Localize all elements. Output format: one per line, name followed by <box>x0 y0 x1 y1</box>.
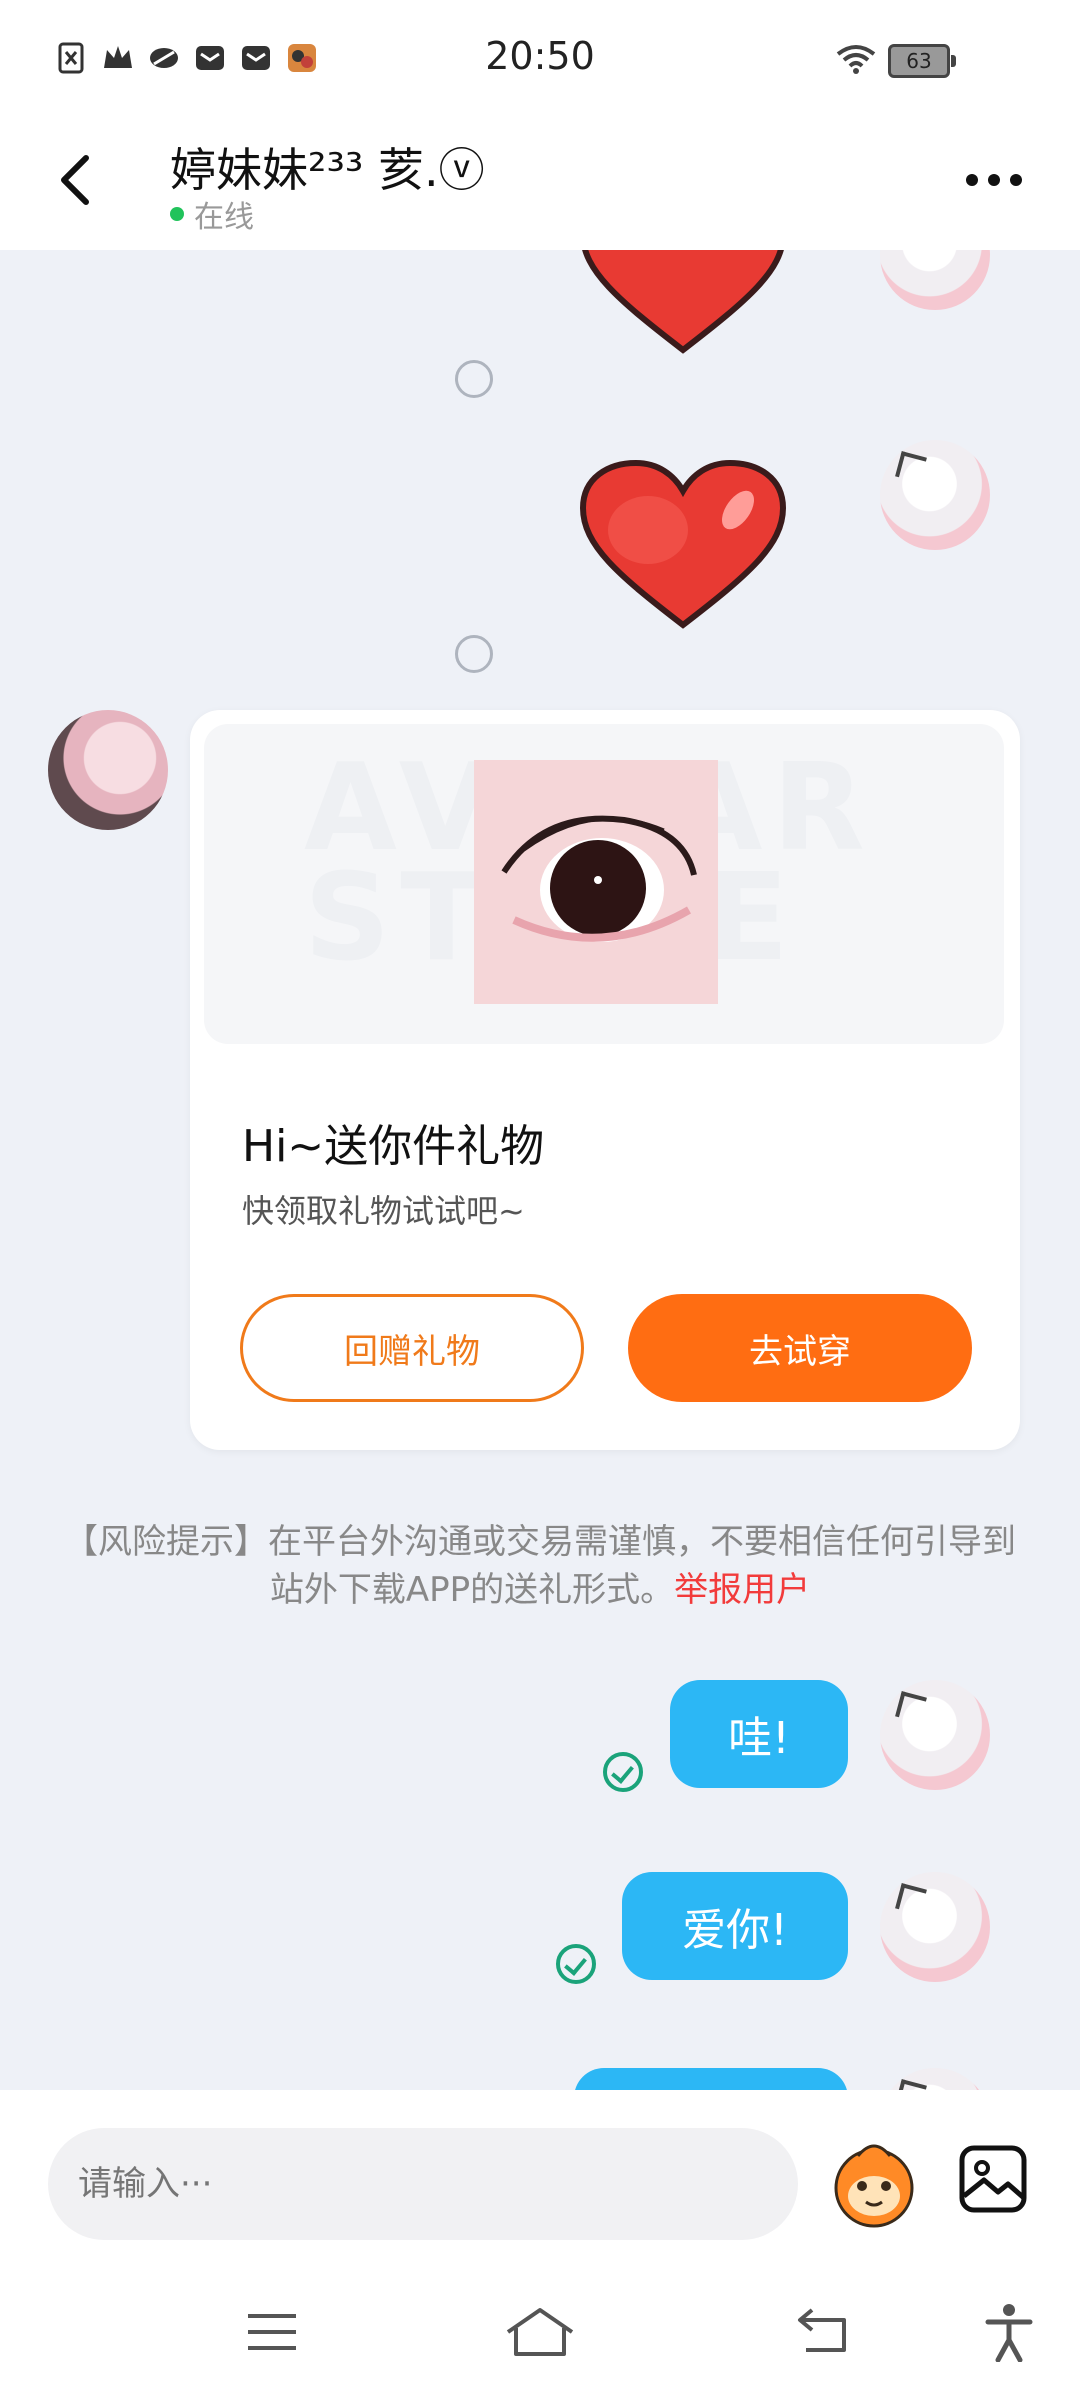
gift-title: Hi~送你件礼物 <box>242 1121 545 1172</box>
system-nav-bar <box>0 2260 1080 2400</box>
battery-indicator: 63 <box>888 44 956 78</box>
back-nav-icon[interactable] <box>796 2306 852 2356</box>
unread-indicator <box>455 635 493 673</box>
message-bubble[interactable]: 哇! <box>670 1680 848 1788</box>
online-status: 在线 <box>170 192 254 236</box>
return-gift-button[interactable]: 回赠礼物 <box>240 1294 584 1402</box>
risk-notice-text: 【风险提示】在平台外沟通或交易需谨慎，不要相信任何引导到站外下载APP的送礼形式… <box>64 1522 1016 1610</box>
wifi-icon <box>836 45 876 74</box>
back-arrow-icon[interactable] <box>56 150 96 210</box>
contact-name[interactable]: 婷妹妹²³³ 荄.ⓥ <box>170 134 485 200</box>
more-icon[interactable] <box>964 170 1024 190</box>
chat-area[interactable]: AVATAR STORE Hi~送你件礼物 快领取礼物试试吧~ 回赠礼物 去试穿… <box>0 250 1080 2090</box>
online-status-label: 在线 <box>194 200 254 235</box>
self-avatar[interactable] <box>880 1872 990 1982</box>
accessibility-icon[interactable] <box>984 2302 1034 2362</box>
gift-subtitle: 快领取礼物试试吧~ <box>242 1192 525 1230</box>
self-avatar[interactable] <box>880 250 990 310</box>
gift-image <box>474 760 718 1004</box>
image-icon[interactable] <box>958 2144 1028 2214</box>
online-dot <box>170 207 184 221</box>
status-bar: 20:50 63 <box>0 0 1080 120</box>
message-input[interactable] <box>48 2128 798 2240</box>
home-icon[interactable] <box>504 2304 576 2360</box>
input-bar <box>0 2090 1080 2260</box>
self-avatar[interactable] <box>880 1680 990 1790</box>
try-on-button[interactable]: 去试穿 <box>628 1294 972 1402</box>
risk-notice: 【风险提示】在平台外沟通或交易需谨慎，不要相信任何引导到站外下载APP的送礼形式… <box>60 1518 1020 1614</box>
heart-sticker[interactable] <box>578 460 788 635</box>
self-avatar[interactable] <box>880 440 990 550</box>
menu-icon[interactable] <box>244 2310 300 2354</box>
gift-image-area: AVATAR STORE <box>204 724 1004 1044</box>
heart-sticker[interactable] <box>578 250 788 360</box>
mascot-icon[interactable] <box>828 2136 920 2228</box>
message-bubble[interactable]: 爱你! <box>622 1872 848 1980</box>
contact-avatar[interactable] <box>48 710 168 830</box>
read-check-icon <box>556 1944 596 1984</box>
gift-card[interactable]: AVATAR STORE Hi~送你件礼物 快领取礼物试试吧~ 回赠礼物 去试穿 <box>190 710 1020 1450</box>
chat-header: 婷妹妹²³³ 荄.ⓥ 在线 <box>0 120 1080 251</box>
message-bubble[interactable] <box>574 2068 848 2090</box>
read-check-icon <box>603 1752 643 1792</box>
eye-illustration <box>501 815 697 942</box>
self-avatar[interactable] <box>880 2068 990 2090</box>
report-user-link[interactable]: 举报用户 <box>674 1570 810 1610</box>
unread-indicator <box>455 360 493 398</box>
